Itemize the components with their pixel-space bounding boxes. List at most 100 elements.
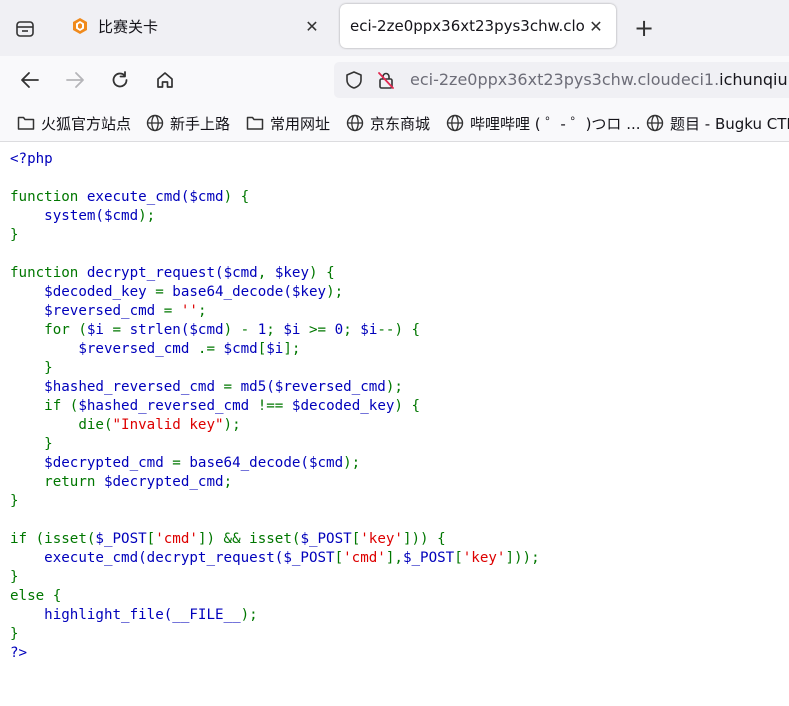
code-token: ); [138,208,156,224]
code-token: = [163,455,190,471]
code-token: $decrypted_cmd [10,455,164,471]
code-token: --) { [377,322,421,338]
url-prefix: eci-2ze0ppx36xt23pys3chw.cloudeci1. [410,70,720,89]
forward-arrow-icon [66,72,84,88]
globe-icon [445,113,465,133]
close-tab-icon[interactable]: ✕ [584,14,608,38]
code-token: [ [351,531,361,547]
forward-button[interactable] [60,66,90,94]
list-all-tabs-button[interactable] [10,15,40,43]
code-token: $i [266,341,284,357]
reload-icon [112,71,128,88]
folder-icon [16,113,36,133]
url-host: ichunqiu [719,70,788,89]
url-text[interactable]: eci-2ze0ppx36xt23pys3chw.cloudeci1.ichun… [410,70,788,89]
code-token: $cmd [103,208,139,224]
home-icon [157,72,173,88]
code-token: } [10,626,19,642]
code-token: >= [300,322,335,338]
code-token: [ [334,550,344,566]
code-token: $reversed_cmd [274,379,386,395]
address-bar[interactable]: eci-2ze0ppx36xt23pys3chw.cloudeci1.ichun… [334,62,789,98]
back-arrow-icon [21,72,39,88]
code-token: 'key' [462,550,506,566]
code-token: 'cmd' [343,550,386,566]
code-token: $_POST [402,550,455,566]
bookmark-common-sites[interactable]: 常用网址 [245,112,330,134]
code-token: = [155,303,181,319]
bookmark-label: 京东商城 [370,114,431,133]
code-token: function [10,189,79,205]
code-token: ; [266,322,284,338]
code-token: 'cmd' [155,531,198,547]
bookmark-label: 火狐官方站点 [41,114,132,133]
bookmark-jd-mall[interactable]: 京东商城 [345,112,430,134]
code-token: ], [385,550,403,566]
code-token: $hashed_reversed_cmd [78,398,250,414]
new-tab-button[interactable]: + [630,14,658,42]
code-token: ); [223,417,241,433]
code-token: 0 [334,322,344,338]
code-token: system( [10,208,104,224]
tracking-protection-shield-icon[interactable] [344,70,364,94]
code-token: ]; [283,341,301,357]
tab-competition-level[interactable]: 比赛关卡 ✕ [58,4,332,48]
ichunqiu-logo-icon [70,16,90,36]
code-token: $key [274,265,309,281]
code-token: .= [189,341,224,357]
code-token: $cmd [189,322,224,338]
code-token: $reversed_cmd [10,341,190,357]
globe-icon [145,113,165,133]
tab-strip: 比赛关卡 ✕ eci-2ze0ppx36xt23pys3chw.cloudeci… [0,0,789,56]
bookmark-bilibili[interactable]: 哔哩哔哩 ( ゜- ゜)つロ ... [445,112,641,134]
code-token: = [146,284,173,300]
code-token: ])); [505,550,540,566]
bookmark-bugku-ctf[interactable]: 题目 - Bugku CTF [645,112,789,134]
code-token: [ [257,341,267,357]
globe-icon [645,113,665,133]
code-token: $decrypted_cmd [103,474,224,490]
bookmark-label: 新手上路 [170,114,231,133]
code-token: if (isset( [10,531,96,547]
close-tab-icon[interactable]: ✕ [300,14,324,38]
code-token: ]) && isset( [197,531,301,547]
code-token: decrypt_request( [78,265,224,281]
back-button[interactable] [15,66,45,94]
code-token: $i [86,322,104,338]
bookmark-label: 题目 - Bugku CTF [670,114,789,133]
code-token: $cmd [308,455,344,471]
code-token: $cmd [189,189,224,205]
code-token: ) { [394,398,421,414]
code-token: ); [326,284,344,300]
code-token: function [10,265,79,281]
tab-current-site[interactable]: eci-2ze0ppx36xt23pys3chw.cloudeci1.ichun… [340,4,616,48]
bookmark-firefox-official[interactable]: 火狐官方站点 [16,112,131,134]
home-button[interactable] [150,66,180,94]
code-token: , [257,265,275,281]
bookmark-getting-started[interactable]: 新手上路 [145,112,230,134]
code-token: 1 [257,322,267,338]
code-token: base64_decode( [189,455,309,471]
code-token: ?> [10,645,28,661]
reload-button[interactable] [105,66,135,94]
code-token: } [10,227,19,243]
code-token: [ [454,550,463,566]
code-token: return [10,474,104,490]
code-token: __FILE__ [172,607,241,623]
folder-icon [245,113,265,133]
code-token: strlen( [129,322,190,338]
code-token: } [10,436,53,452]
bookmarks-toolbar: 火狐官方站点 新手上路 常用网址 京东商城 哔哩哔哩 ( ゜- ゜)つロ ...… [0,104,789,142]
insecure-connection-lock-icon[interactable] [376,70,396,94]
code-token: } [10,569,19,585]
code-token: } [10,493,19,509]
code-token: execute_cmd( [78,189,190,205]
code-token: $_POST [95,531,147,547]
code-token: md5( [240,379,275,395]
plus-icon: + [633,14,655,42]
code-token: ) { [309,265,335,281]
code-token: ; [197,303,207,319]
code-token: ); [343,455,361,471]
bookmark-label: 常用网址 [270,114,331,133]
code-token: ); [240,607,258,623]
